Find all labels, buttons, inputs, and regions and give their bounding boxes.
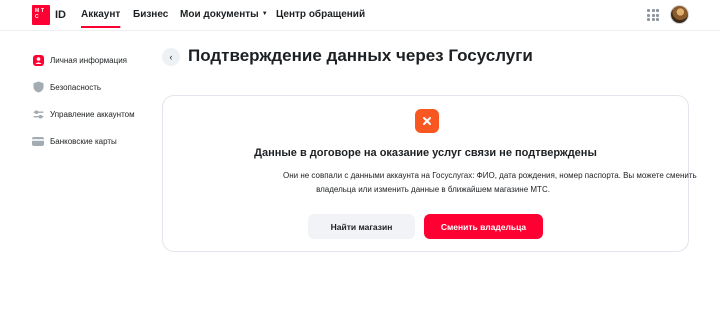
apps-grid-icon[interactable] bbox=[647, 9, 659, 21]
nav-my-documents[interactable]: Мои документы ▼ bbox=[180, 9, 268, 20]
card-description: Они не совпали с данными аккаунта на Гос… bbox=[283, 169, 697, 197]
change-owner-button[interactable]: Сменить владельца bbox=[424, 214, 543, 239]
sidebar-item-label: Личная информация bbox=[50, 55, 128, 65]
chevron-left-icon: ‹ bbox=[169, 52, 173, 62]
nav-my-documents-label: Мои документы bbox=[180, 9, 259, 20]
logo-letter-t: Т bbox=[41, 8, 45, 14]
shield-icon bbox=[32, 81, 44, 93]
card-description-line-1: Они не совпали с данными аккаунта на Гос… bbox=[283, 171, 697, 180]
sidebar-item-security[interactable]: Безопасность bbox=[32, 80, 101, 94]
sidebar-item-label: Безопасность bbox=[50, 82, 102, 92]
nav-support-center[interactable]: Центр обращений bbox=[276, 9, 365, 20]
nav-account[interactable]: Аккаунт bbox=[81, 9, 120, 20]
logo-letter-s: С bbox=[35, 14, 39, 20]
logo-id-text: ID bbox=[55, 9, 66, 21]
nav-business[interactable]: Бизнес bbox=[133, 9, 168, 20]
card-description-line-2: владельца или изменить данные в ближайше… bbox=[316, 185, 550, 194]
sidebar-item-account-management[interactable]: Управление аккаунтом bbox=[32, 107, 135, 121]
verification-result-card: Данные в договоре на оказание услуг связ… bbox=[162, 95, 697, 252]
avatar[interactable] bbox=[670, 5, 689, 24]
sidebar-item-label: Банковские карты bbox=[50, 136, 117, 146]
card-heading: Данные в договоре на оказание услуг связ… bbox=[254, 147, 597, 159]
sidebar-item-bank-cards[interactable]: Банковские карты bbox=[32, 134, 117, 148]
sliders-icon bbox=[32, 108, 44, 120]
mts-logo[interactable]: М Т С bbox=[32, 5, 50, 25]
caret-down-icon: ▼ bbox=[261, 11, 268, 17]
sidebar-item-label: Управление аккаунтом bbox=[50, 109, 135, 119]
find-store-button[interactable]: Найти магазин bbox=[308, 214, 415, 239]
user-icon bbox=[32, 54, 44, 66]
sidebar-item-personal-info[interactable]: Личная информация bbox=[32, 53, 127, 67]
card-icon bbox=[32, 135, 44, 147]
page-title: Подтверждение данных через Госуслуги bbox=[188, 46, 533, 65]
error-x-icon bbox=[415, 109, 439, 133]
back-button[interactable]: ‹ bbox=[162, 48, 180, 66]
top-header: М Т С ID Аккаунт Бизнес Мои документы ▼ Ц… bbox=[0, 0, 720, 31]
